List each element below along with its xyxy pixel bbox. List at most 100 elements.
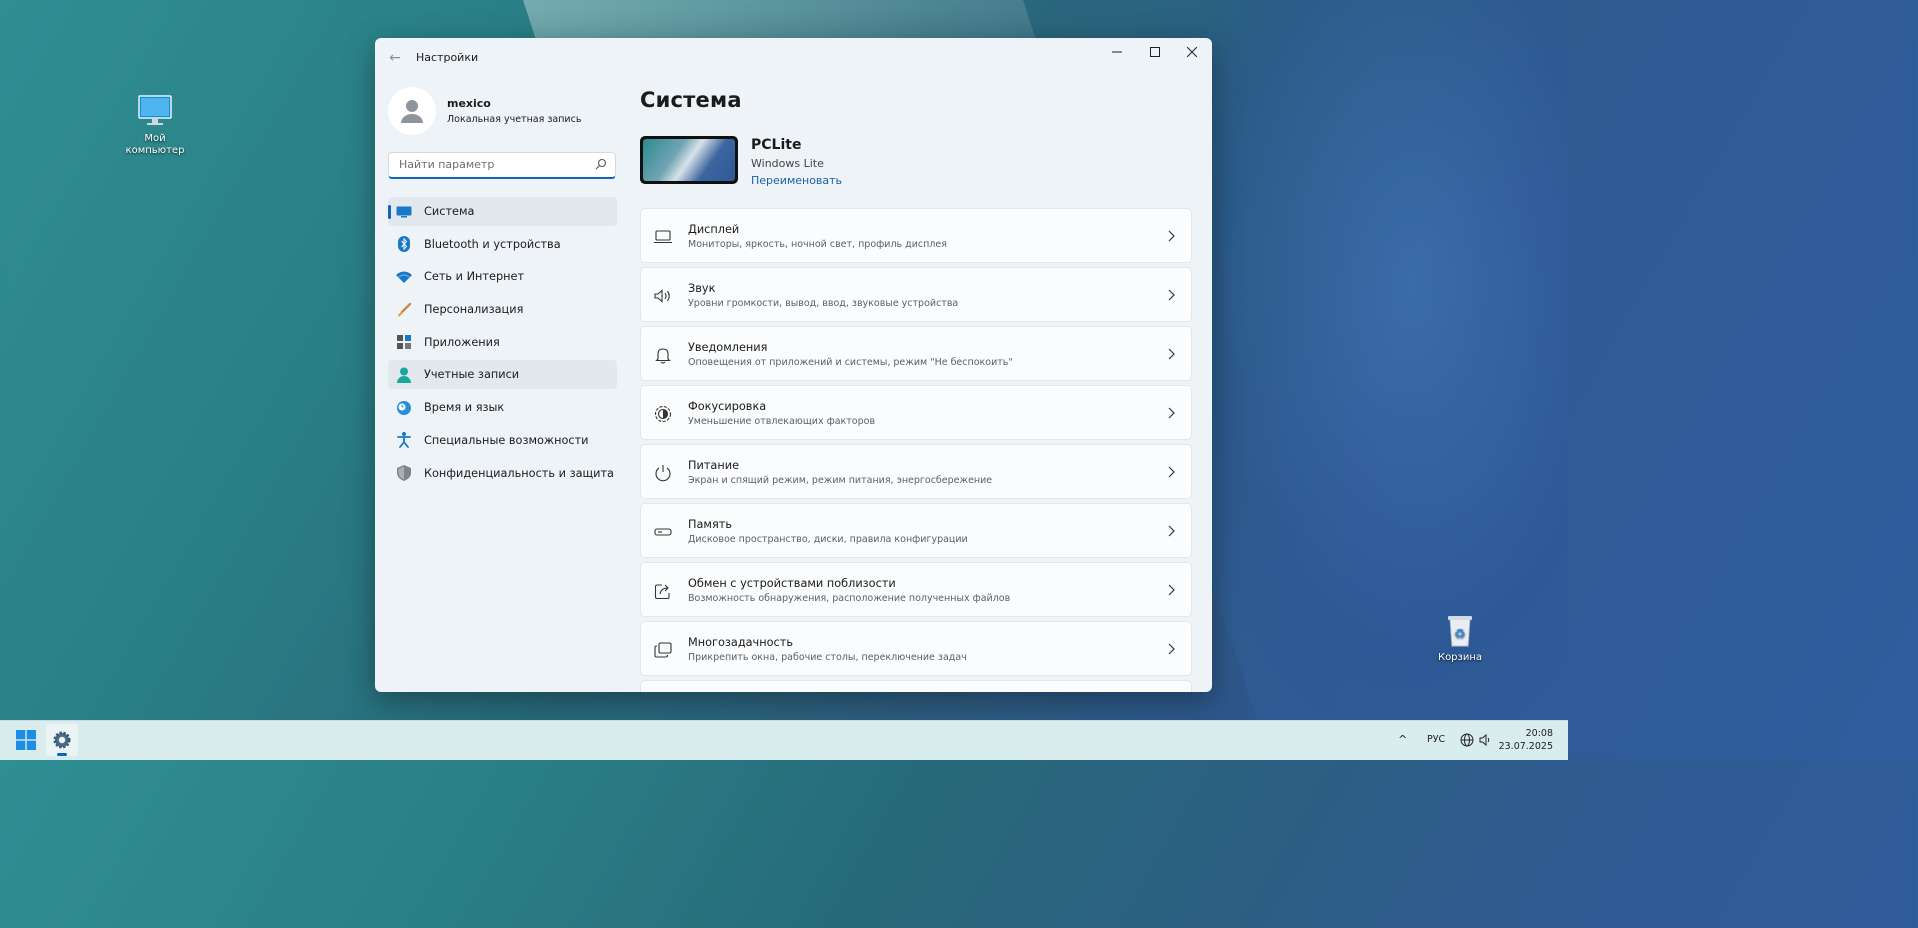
chevron-right-icon <box>1168 525 1175 537</box>
card-power[interactable]: Питание Экран и спящий режим, режим пита… <box>640 444 1192 499</box>
sidebar-item-system[interactable]: Система <box>388 197 617 226</box>
sidebar-item-time-language[interactable]: Время и язык <box>388 393 617 422</box>
avatar <box>388 87 436 135</box>
shield-icon <box>396 465 412 481</box>
chevron-right-icon <box>1168 466 1175 478</box>
card-subtitle: Уровни громкости, вывод, ввод, звуковые … <box>688 298 959 309</box>
clock[interactable]: 20:08 23.07.2025 <box>1499 727 1553 753</box>
brush-icon <box>396 302 412 318</box>
card-title: Дисплей <box>688 223 740 236</box>
card-subtitle: Экран и спящий режим, режим питания, эне… <box>688 475 993 486</box>
chevron-right-icon <box>1168 584 1175 596</box>
card-title: Память <box>688 518 732 531</box>
back-button[interactable]: ← <box>385 50 405 66</box>
storage-icon <box>654 523 672 541</box>
card-title: Уведомления <box>688 341 768 354</box>
sidebar-item-label: Сеть и Интернет <box>424 270 525 284</box>
sidebar-item-label: Приложения <box>424 335 500 349</box>
card-nearby-sharing[interactable]: Обмен с устройствами поблизости Возможно… <box>640 562 1192 617</box>
chevron-right-icon <box>1168 289 1175 301</box>
card-title: Звук <box>688 282 716 295</box>
recycle-bin-icon: ♻ <box>1442 614 1478 647</box>
svg-text:♻: ♻ <box>1454 627 1466 642</box>
sidebar-item-bluetooth[interactable]: Bluetooth и устройства <box>388 230 617 259</box>
device-wallpaper-thumbnail <box>640 136 738 184</box>
tray-overflow-chevron-icon[interactable]: ^ <box>1398 733 1407 746</box>
card-display[interactable]: Дисплей Мониторы, яркость, ночной свет, … <box>640 208 1192 263</box>
volume-icon[interactable] <box>1479 733 1493 747</box>
sidebar-item-accounts[interactable]: Учетные записи <box>388 360 617 390</box>
desktop-icon-label: Корзина <box>1437 652 1483 663</box>
profile-name: mexico <box>447 97 491 110</box>
card-title: Питание <box>688 459 740 472</box>
sidebar: mexico Локальная учетная запись Система <box>388 82 617 491</box>
device-os: Windows Lite <box>751 157 824 170</box>
network-globe-icon[interactable] <box>1460 733 1474 747</box>
accessibility-icon <box>396 432 412 449</box>
gear-icon <box>53 731 71 749</box>
desktop-icon-recycle-bin[interactable]: ♻ Корзина <box>1424 614 1496 664</box>
sidebar-item-label: Конфиденциальность и защита <box>424 466 614 480</box>
nav-list: Система Bluetooth и устройства Сеть и Ин… <box>388 197 617 488</box>
search-box[interactable] <box>388 152 616 179</box>
card-subtitle: Мониторы, яркость, ночной свет, профиль … <box>688 239 947 250</box>
sidebar-item-label: Время и язык <box>424 401 505 415</box>
card-subtitle: Уменьшение отвлекающих факторов <box>688 416 876 427</box>
speaker-icon <box>654 287 672 305</box>
minimize-button[interactable] <box>1098 38 1136 66</box>
card-title: Обмен с устройствами поблизости <box>688 577 896 590</box>
sidebar-item-label: Персонализация <box>424 303 524 317</box>
person-icon <box>396 367 412 383</box>
sidebar-item-accessibility[interactable]: Специальные возможности <box>388 426 617 455</box>
desktop-icon-my-computer[interactable]: Мой компьютер <box>119 95 191 157</box>
bluetooth-icon <box>396 236 412 253</box>
search-icon[interactable] <box>595 158 607 170</box>
rename-link[interactable]: Переименовать <box>751 174 842 187</box>
power-icon <box>654 464 672 482</box>
taskbar-settings-app[interactable] <box>46 724 78 756</box>
sidebar-item-label: Bluetooth и устройства <box>424 237 561 251</box>
sidebar-item-label: Специальные возможности <box>424 433 589 447</box>
language-indicator[interactable]: РУС <box>1427 734 1445 745</box>
sidebar-item-personalization[interactable]: Персонализация <box>388 295 617 324</box>
sidebar-item-apps[interactable]: Приложения <box>388 328 617 357</box>
chevron-right-icon <box>1168 407 1175 419</box>
card-subtitle: Оповещения от приложений и системы, режи… <box>688 357 1013 368</box>
sidebar-item-network[interactable]: Сеть и Интернет <box>388 262 617 291</box>
user-profile[interactable]: mexico Локальная учетная запись <box>388 82 617 140</box>
main-content: Система PCLite Windows Lite Переименоват… <box>640 78 1192 692</box>
settings-cards: Дисплей Мониторы, яркость, ночной свет, … <box>640 208 1192 692</box>
card-focus[interactable]: Фокусировка Уменьшение отвлекающих факто… <box>640 385 1192 440</box>
chevron-right-icon <box>1168 348 1175 360</box>
card-subtitle: Прикрепить окна, рабочие столы, переключ… <box>688 652 967 663</box>
bell-icon <box>654 346 672 364</box>
card-title: Фокусировка <box>688 400 767 413</box>
start-button[interactable] <box>16 730 36 750</box>
chevron-right-icon <box>1168 230 1175 242</box>
sidebar-item-privacy[interactable]: Конфиденциальность и защита <box>388 459 617 488</box>
monitor-icon <box>396 204 412 220</box>
apps-icon <box>396 334 412 350</box>
close-icon <box>1187 47 1197 57</box>
display-icon <box>654 228 672 246</box>
card-multitasking[interactable]: Многозадачность Прикрепить окна, рабочие… <box>640 621 1192 676</box>
title-bar: ← Настройки <box>375 38 1212 78</box>
card-subtitle: Дисковое пространство, диски, правила ко… <box>688 534 968 545</box>
multitask-icon <box>654 641 672 659</box>
card-partial[interactable] <box>640 680 1192 692</box>
sidebar-item-label: Система <box>424 205 475 218</box>
maximize-button[interactable] <box>1136 38 1174 66</box>
clock-date: 23.07.2025 <box>1498 741 1553 752</box>
card-subtitle: Возможность обнаружения, расположение по… <box>688 593 1011 604</box>
card-notifications[interactable]: Уведомления Оповещения от приложений и с… <box>640 326 1192 381</box>
card-sound[interactable]: Звук Уровни громкости, вывод, ввод, звук… <box>640 267 1192 322</box>
card-storage[interactable]: Память Дисковое пространство, диски, пра… <box>640 503 1192 558</box>
share-icon <box>654 582 672 600</box>
close-button[interactable] <box>1173 38 1211 66</box>
desktop-icon-label: Мой компьютер <box>125 133 185 156</box>
settings-window: ← Настройки mexico Локальная учетная зап… <box>375 38 1212 692</box>
search-input[interactable] <box>397 157 591 172</box>
taskbar: ^ РУС 20:08 23.07.2025 <box>0 720 1568 760</box>
page-title: Система <box>640 88 742 112</box>
profile-account-type: Локальная учетная запись <box>447 114 582 125</box>
